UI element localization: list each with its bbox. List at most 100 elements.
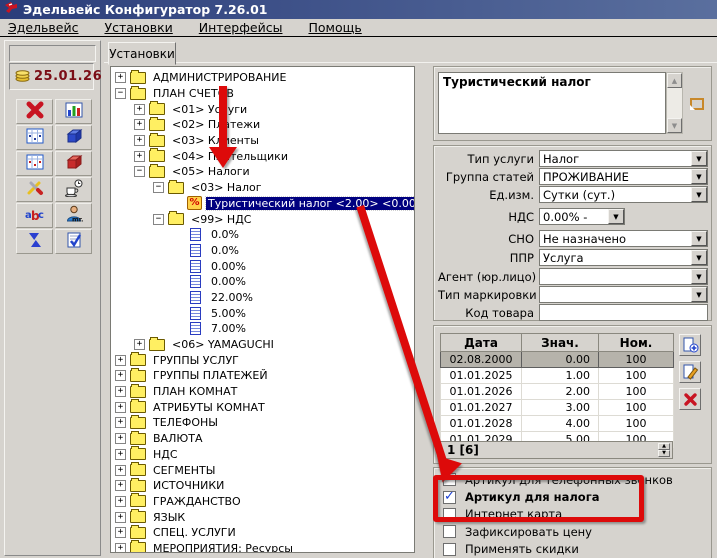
note-icon[interactable] bbox=[690, 98, 704, 110]
expand-toggle-icon[interactable]: + bbox=[115, 480, 126, 491]
tree-item[interactable]: +ГРАЖДАНСТВО bbox=[111, 494, 414, 510]
tree-item[interactable]: +ГРУППЫ УСЛУГ bbox=[111, 352, 414, 368]
sidebar-box-red-button[interactable] bbox=[55, 151, 92, 176]
expand-toggle-icon[interactable]: + bbox=[115, 527, 126, 538]
expand-toggle-icon[interactable]: + bbox=[115, 433, 126, 444]
tree-item[interactable]: +АДМИНИСТРИРОВАНИЕ bbox=[111, 70, 414, 86]
service-type-combo[interactable]: Налог ▼ bbox=[539, 150, 708, 167]
article-group-combo[interactable]: ПРОЖИВАНИЕ ▼ bbox=[539, 168, 708, 185]
chevron-down-icon[interactable]: ▼ bbox=[691, 231, 707, 246]
chevron-down-icon[interactable]: ▼ bbox=[691, 151, 707, 166]
menu-item-1[interactable]: Установки bbox=[104, 20, 172, 35]
tree-item[interactable]: −<03> Налог bbox=[111, 180, 414, 196]
expand-toggle-icon[interactable]: − bbox=[134, 166, 145, 177]
row-spinner[interactable]: ▲ ▼ bbox=[658, 443, 670, 457]
table-add-button[interactable] bbox=[679, 334, 701, 356]
chevron-down-icon[interactable]: ▼ bbox=[608, 209, 624, 224]
sidebar-plan-blue-button[interactable] bbox=[16, 125, 53, 150]
service-name-textarea[interactable]: Туристический налог bbox=[438, 72, 666, 134]
history-table[interactable]: ДатаЗнач.Ном.02.08.20000.0010001.01.2025… bbox=[440, 333, 674, 448]
scroll-down-icon[interactable]: ▼ bbox=[667, 118, 682, 133]
unit-combo[interactable]: Сутки (сут.) ▼ bbox=[539, 186, 708, 203]
accounts-tree[interactable]: +АДМИНИСТРИРОВАНИЕ−ПЛАН СЧЕТОВ+<01> Услу… bbox=[110, 66, 415, 553]
expand-toggle-icon[interactable]: + bbox=[115, 72, 126, 83]
expand-toggle-icon[interactable]: + bbox=[115, 496, 126, 507]
sno-combo[interactable]: Не назначено ▼ bbox=[539, 230, 708, 247]
ppr-combo[interactable]: Услуга ▼ bbox=[539, 249, 708, 266]
table-row[interactable]: 02.08.20000.00100 bbox=[441, 352, 674, 368]
tree-item[interactable]: +СЕГМЕНТЫ bbox=[111, 462, 414, 478]
sidebar-delete-button[interactable] bbox=[16, 99, 53, 124]
expand-toggle-icon[interactable]: + bbox=[115, 465, 126, 476]
chevron-down-icon[interactable]: ▼ bbox=[691, 187, 707, 202]
tree-item[interactable]: +<06> YAMAGUCHI bbox=[111, 337, 414, 353]
expand-toggle-icon[interactable]: − bbox=[153, 182, 164, 193]
sidebar-abc-button[interactable]: abc bbox=[16, 203, 53, 228]
spin-down-icon[interactable]: ▼ bbox=[658, 450, 670, 457]
tree-item[interactable]: −<05> Налоги bbox=[111, 164, 414, 180]
expand-toggle-icon[interactable]: + bbox=[115, 355, 126, 366]
sidebar-tools-button[interactable] bbox=[16, 177, 53, 202]
sidebar-cup-clock-button[interactable] bbox=[55, 177, 92, 202]
expand-toggle-icon[interactable]: + bbox=[134, 151, 145, 162]
chevron-down-icon[interactable]: ▼ bbox=[691, 287, 707, 302]
tree-item[interactable]: +ЯЗЫК bbox=[111, 509, 414, 525]
spin-up-icon[interactable]: ▲ bbox=[658, 443, 670, 450]
tree-item[interactable]: +<01> Услуги bbox=[111, 101, 414, 117]
expand-toggle-icon[interactable]: + bbox=[115, 370, 126, 381]
menu-item-2[interactable]: Интерфейсы bbox=[199, 20, 283, 35]
tab-ustanovki[interactable]: Установки bbox=[108, 42, 176, 65]
tree-item[interactable]: +АТРИБУТЫ КОМНАТ bbox=[111, 399, 414, 415]
tree-item[interactable]: %Туристический налог <2.00> <0.00% -> bbox=[111, 196, 414, 212]
agent-combo[interactable]: ▼ bbox=[539, 268, 708, 285]
marking-type-combo[interactable]: ▼ bbox=[539, 286, 708, 303]
chevron-down-icon[interactable]: ▼ bbox=[691, 269, 707, 284]
checkbox[interactable] bbox=[443, 543, 456, 556]
tree-item[interactable]: +ИСТОЧНИКИ bbox=[111, 478, 414, 494]
sidebar-box-blue-button[interactable] bbox=[55, 125, 92, 150]
expand-toggle-icon[interactable]: − bbox=[115, 88, 126, 99]
tree-item[interactable]: +<03> Клиенты bbox=[111, 133, 414, 149]
tree-item[interactable]: 22.00% bbox=[111, 290, 414, 306]
expand-toggle-icon[interactable]: + bbox=[115, 386, 126, 397]
expand-toggle-icon[interactable]: + bbox=[134, 119, 145, 130]
menu-item-0[interactable]: Эдельвейс bbox=[8, 20, 78, 35]
vat-combo[interactable]: 0.00% - ▼ bbox=[539, 208, 625, 225]
menu-item-3[interactable]: Помощь bbox=[308, 20, 361, 35]
tree-item[interactable]: +ПЛАН КОМНАТ bbox=[111, 384, 414, 400]
chevron-down-icon[interactable]: ▼ bbox=[691, 169, 707, 184]
table-row[interactable]: 01.01.20251.00100 bbox=[441, 368, 674, 384]
expand-toggle-icon[interactable]: − bbox=[153, 214, 164, 225]
chevron-down-icon[interactable]: ▼ bbox=[691, 250, 707, 265]
sidebar-chart-button[interactable] bbox=[55, 99, 92, 124]
expand-toggle-icon[interactable]: + bbox=[134, 104, 145, 115]
sidebar-plan-red-button[interactable] bbox=[16, 151, 53, 176]
tree-item[interactable]: +ГРУППЫ ПЛАТЕЖЕЙ bbox=[111, 368, 414, 384]
expand-toggle-icon[interactable]: + bbox=[115, 512, 126, 523]
table-row[interactable]: 01.01.20284.00100 bbox=[441, 416, 674, 432]
table-edit-button[interactable] bbox=[679, 361, 701, 383]
tree-item[interactable]: 5.00% bbox=[111, 305, 414, 321]
tree-item[interactable]: +<02> Платежи bbox=[111, 117, 414, 133]
scroll-up-icon[interactable]: ▲ bbox=[667, 73, 682, 88]
tree-item[interactable]: +ВАЛЮТА bbox=[111, 431, 414, 447]
expand-toggle-icon[interactable]: + bbox=[115, 449, 126, 460]
tree-item[interactable]: 7.00% bbox=[111, 321, 414, 337]
tree-item[interactable]: +ТЕЛЕФОНЫ bbox=[111, 415, 414, 431]
expand-toggle-icon[interactable]: + bbox=[115, 543, 126, 553]
checkbox[interactable] bbox=[443, 525, 456, 538]
tree-item[interactable]: +СПЕЦ. УСЛУГИ bbox=[111, 525, 414, 541]
expand-toggle-icon[interactable]: + bbox=[134, 339, 145, 350]
tree-item[interactable]: 0.00% bbox=[111, 258, 414, 274]
name-scrollbar[interactable]: ▲ ▼ bbox=[666, 72, 683, 134]
table-row[interactable]: 01.01.20273.00100 bbox=[441, 400, 674, 416]
expand-toggle-icon[interactable]: + bbox=[115, 417, 126, 428]
product-code-input[interactable] bbox=[539, 304, 708, 321]
tree-item[interactable]: 0.00% bbox=[111, 274, 414, 290]
tree-item[interactable]: +НДС bbox=[111, 447, 414, 463]
tree-item[interactable]: −ПЛАН СЧЕТОВ bbox=[111, 86, 414, 102]
table-delete-button[interactable] bbox=[679, 388, 701, 410]
tree-item[interactable]: +<04> Плательщики bbox=[111, 148, 414, 164]
sidebar-sync-button[interactable] bbox=[16, 229, 53, 254]
expand-toggle-icon[interactable]: + bbox=[115, 402, 126, 413]
